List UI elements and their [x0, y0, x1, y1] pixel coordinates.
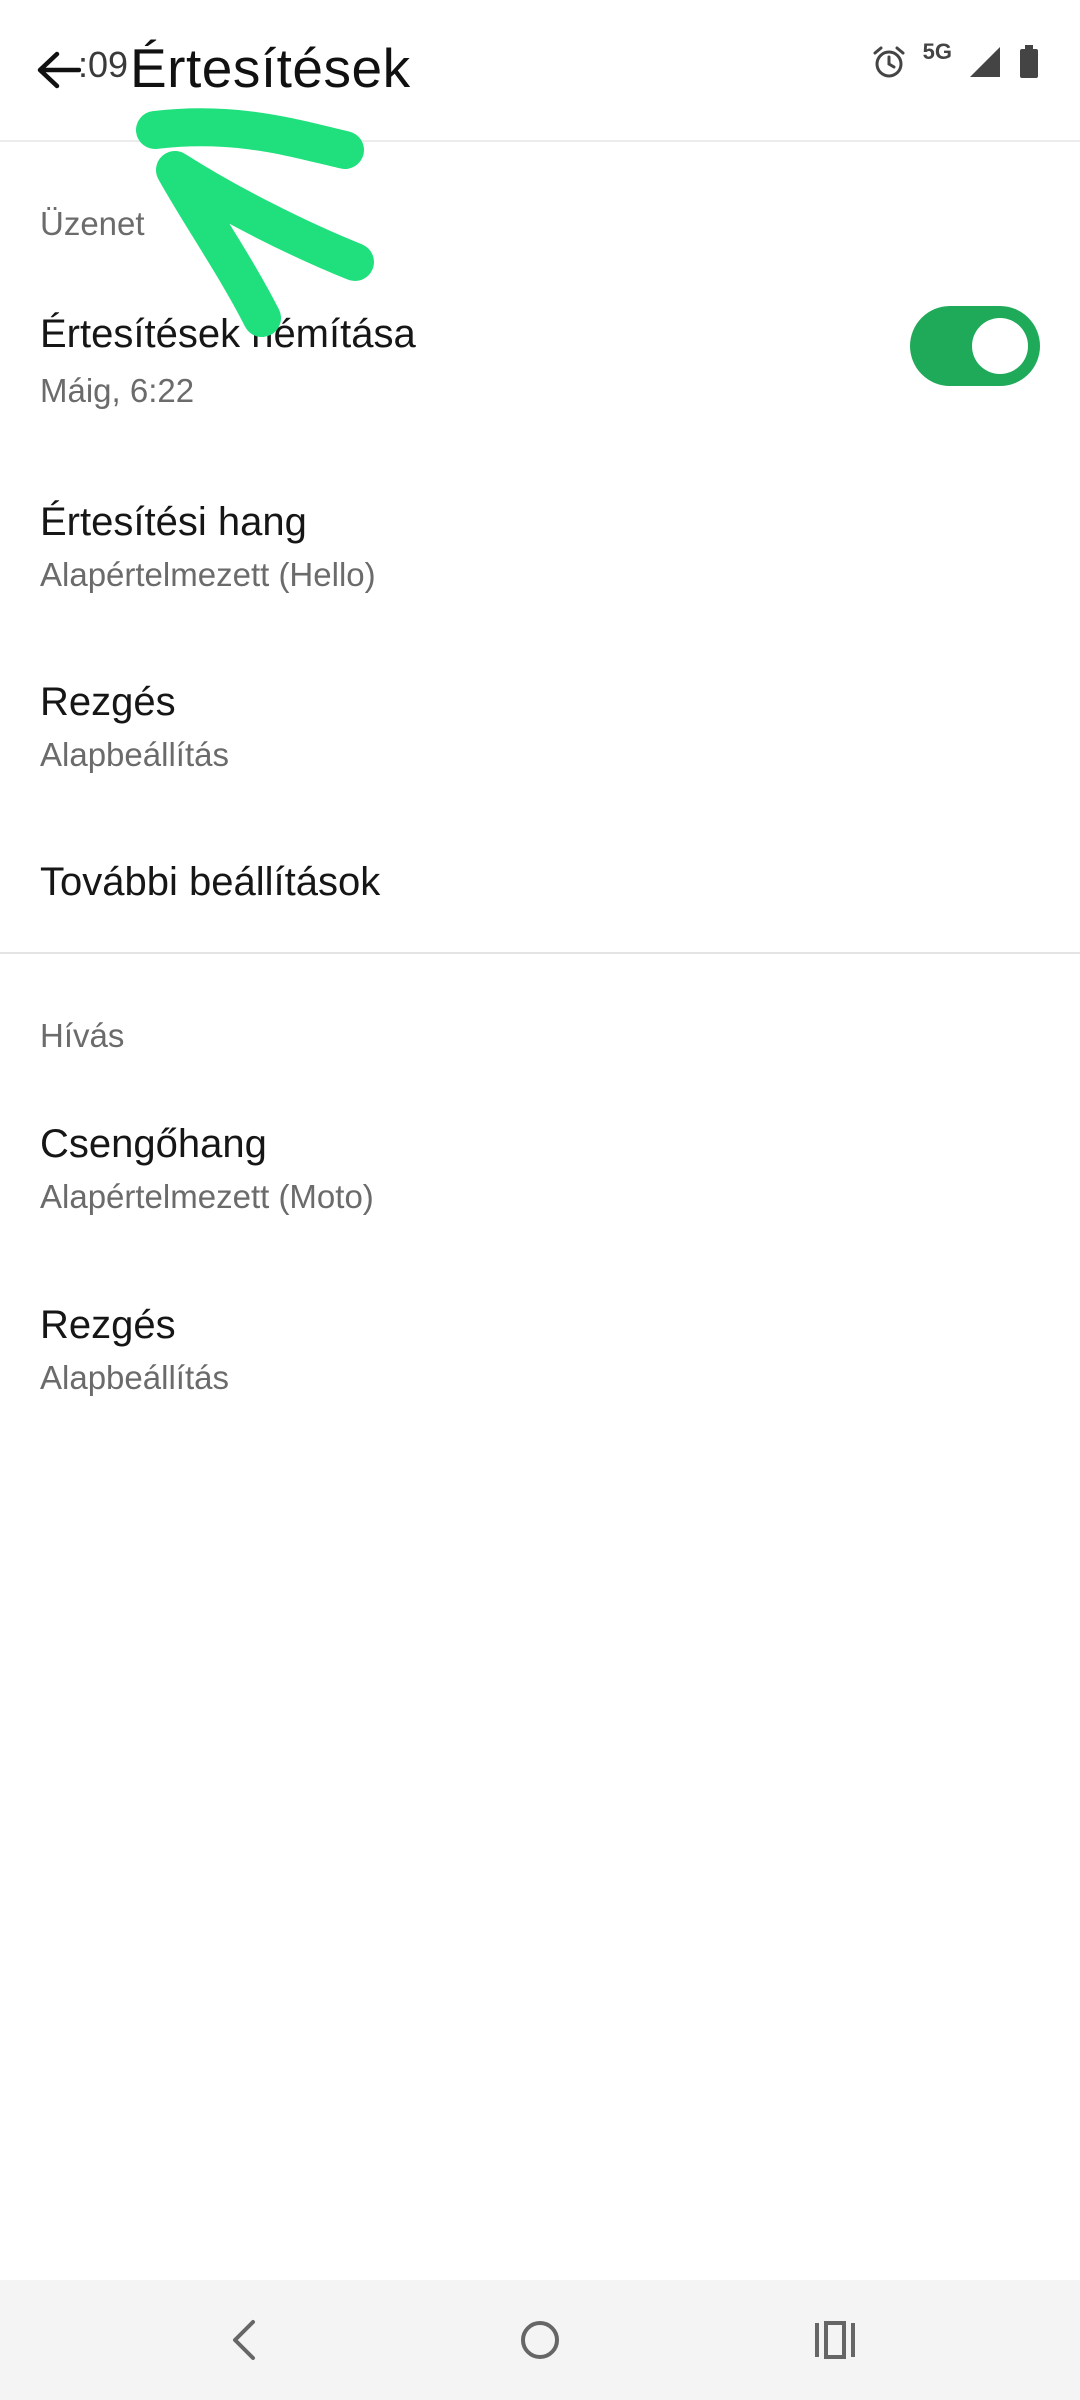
row-title: Rezgés: [40, 680, 176, 724]
nav-back-button[interactable]: [195, 2300, 295, 2380]
signal-icon: [970, 47, 1000, 77]
mute-toggle[interactable]: [910, 306, 1040, 386]
row-more-settings[interactable]: További beállítások: [0, 838, 1080, 948]
section-header-call: Hívás: [40, 1017, 125, 1054]
section-divider: [0, 952, 1080, 954]
nav-recents-button[interactable]: [785, 2300, 885, 2380]
nav-home-button[interactable]: [490, 2300, 590, 2380]
alarm-icon: [873, 46, 905, 78]
row-title: További beállítások: [40, 860, 381, 904]
status-bar: :09 5G: [0, 0, 1080, 140]
row-subtitle: Alapbeállítás: [40, 1359, 229, 1396]
row-title: Rezgés: [40, 1303, 176, 1347]
status-icons: 5G: [871, 39, 1040, 84]
row-title: Csengőhang: [40, 1122, 267, 1166]
section-header-message: Üzenet: [40, 205, 145, 242]
nav-back-icon: [233, 2320, 255, 2360]
row-ringtone[interactable]: Csengőhang Alapértelmezett (Moto): [0, 1100, 1080, 1250]
nav-home-icon: [521, 2321, 559, 2359]
battery-icon: [1020, 45, 1038, 78]
row-title: Értesítési hang: [40, 500, 307, 544]
row-subtitle: Alapbeállítás: [40, 736, 229, 773]
row-mute-notifications[interactable]: Értesítések némítása Máig, 6:22: [0, 290, 1080, 440]
row-subtitle: Máig, 6:22: [40, 372, 195, 409]
row-subtitle: Alapértelmezett (Hello): [40, 556, 376, 593]
row-subtitle: Alapértelmezett (Moto): [40, 1178, 374, 1215]
nav-recents-icon: [815, 2321, 855, 2359]
row-title: Értesítések némítása: [40, 312, 416, 356]
status-time: :09: [78, 44, 129, 85]
network-type-label: 5G: [922, 39, 952, 64]
navigation-bar: [0, 2280, 1080, 2400]
row-vibration-message[interactable]: Rezgés Alapbeállítás: [0, 658, 1080, 808]
row-vibration-call[interactable]: Rezgés Alapbeállítás: [0, 1281, 1080, 1431]
row-notification-sound[interactable]: Értesítési hang Alapértelmezett (Hello): [0, 478, 1080, 628]
toggle-knob: [972, 318, 1028, 374]
